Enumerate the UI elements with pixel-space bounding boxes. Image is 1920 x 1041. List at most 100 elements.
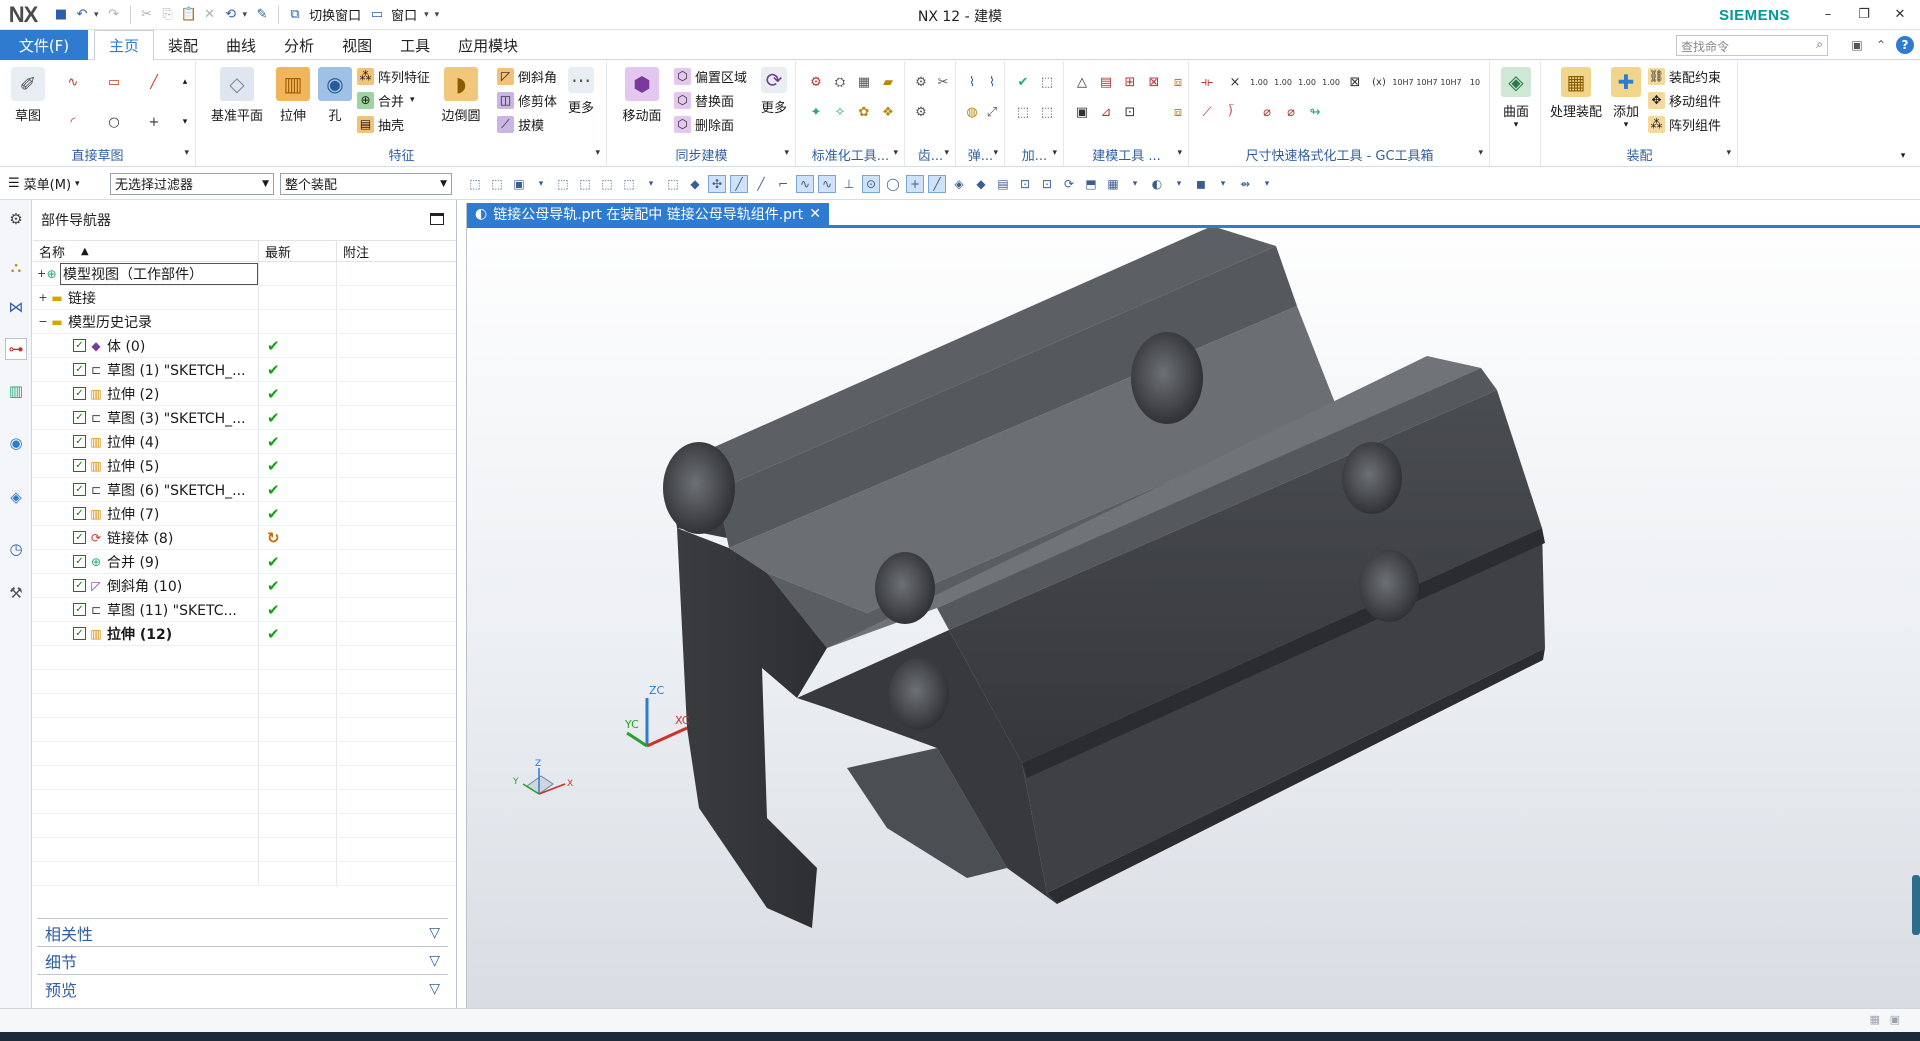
gear-tool-icon[interactable]: ⚙ [910,71,932,93]
mid-point-icon[interactable]: ╱ [752,175,770,193]
visibility-checkbox[interactable]: ✓ [73,363,86,376]
assembly-constraint-button[interactable]: ⛓ 装配约束 [1648,65,1721,87]
guide-rail-model[interactable] [663,228,1545,928]
modeling-tool-icon[interactable]: ⧈ [1167,71,1189,93]
touch-mode-icon[interactable]: ✎ [253,6,271,24]
visibility-checkbox[interactable]: ✓ [73,339,86,352]
column-name[interactable]: 名称 ▲ [33,241,259,261]
gc-dimension-icon[interactable]: 1.00 [1296,71,1318,93]
select-solid-icon[interactable]: ◆ [686,175,704,193]
bounded-grid-icon[interactable]: ╱ [928,174,946,193]
clock-icon[interactable]: ◷ [5,538,27,560]
tab-curve[interactable]: 曲线 [212,30,270,60]
sketch-button[interactable]: ✐ 草图 [2,65,54,124]
tree-row-model-history[interactable]: − ▬ 模型历史记录 [33,310,456,334]
gc-dimension-icon[interactable]: ⊠ [1344,71,1366,93]
arc-icon[interactable]: ◜ [62,111,84,133]
gc-dimension-icon[interactable]: ⟋ [1196,101,1218,123]
machining-icon[interactable]: ⬚ [1036,101,1058,123]
unite-button[interactable]: ⊕ 合并 ▾ [357,89,415,111]
dropdown-icon[interactable]: ▾ [1126,175,1144,193]
offset-region-button[interactable]: ⬡ 偏置区域 [674,65,747,87]
tab-analysis[interactable]: 分析 [270,30,328,60]
snap-extra-icon[interactable]: ◆ [972,175,990,193]
window-dropdown-icon[interactable]: ▾ [424,10,429,20]
redo-icon[interactable]: ↷ [105,6,123,24]
spring-icon[interactable]: ⤢ [981,101,1003,123]
feature-row[interactable]: ✓ ⊏ 草图 (6) "SKETCH_... ✔ [33,478,456,502]
dropdown-icon[interactable]: ▾ [532,175,550,193]
feature-row[interactable]: ✓ ⊏ 草图 (3) "SKETCH_... ✔ [33,406,456,430]
dependencies-panel[interactable]: 相关性 ▽ [37,918,448,946]
group-machining-dropdown-icon[interactable]: ▾ [1052,148,1057,158]
add-component-dropdown-icon[interactable]: ▾ [1606,120,1646,130]
graphics-scroll-handle[interactable] [1912,875,1920,935]
snap-extra-icon[interactable]: ▤ [994,175,1012,193]
snap-extra-icon[interactable]: ◈ [950,175,968,193]
visibility-checkbox[interactable]: ✓ [73,387,86,400]
feature-row[interactable]: ✓ ▥ 拉伸 (4) ✔ [33,430,456,454]
graphics-window[interactable]: ◐ 链接公母导轨.prt 在装配中 链接公母导轨组件.prt ✕ ZC XC Y… [466,203,1920,1008]
feature-row[interactable]: ✓ ⊕ 合并 (9) ✔ [33,550,456,574]
web-browser-icon[interactable]: ◉ [5,432,27,454]
switch-window-button[interactable]: 切换窗口 [309,5,361,24]
select-feature-icon[interactable]: ⬚ [488,175,506,193]
profile-icon[interactable]: ∿ [62,71,84,93]
gc-dimension-icon[interactable]: 10H7 [1416,71,1438,93]
tab-home[interactable]: 主页 [94,30,155,61]
point-on-face-icon[interactable]: + [906,174,924,193]
edge-blend-button[interactable]: ◗ 边倒圆 [433,65,489,124]
surface-dropdown-icon[interactable]: ▾ [1493,120,1539,130]
control-point-icon[interactable]: ⌐ [774,175,792,193]
tab-tools[interactable]: 工具 [386,30,444,60]
help-icon[interactable]: ? [1896,36,1914,54]
reuse-library-icon[interactable]: ▥ [5,380,27,402]
select-face-icon[interactable]: ⬚ [554,175,572,193]
visibility-checkbox[interactable]: ✓ [73,507,86,520]
pattern-feature-button[interactable]: ⁂ 阵列特征 [357,65,430,87]
group-direct-sketch-dropdown-icon[interactable]: ▾ [184,148,189,158]
standard-tool-icon[interactable]: ▰ [877,71,899,93]
visibility-checkbox[interactable]: ✓ [73,603,86,616]
standard-tool-icon[interactable]: ⛭ [829,71,851,93]
modeling-tool-icon[interactable]: ⊿ [1095,101,1117,123]
group-standard-tools-dropdown-icon[interactable]: ▾ [893,148,898,158]
tab-applications[interactable]: 应用模块 [444,30,532,60]
spring-icon[interactable]: ⌇ [961,71,983,93]
snap-enable-icon[interactable]: ✣ [708,174,726,193]
status-icon[interactable]: ▣ [1890,1013,1900,1026]
undo-icon[interactable]: ↶ [73,6,91,24]
feature-row[interactable]: ✓ ▥ 拉伸 (7) ✔ [33,502,456,526]
gc-dimension-icon[interactable]: 1.00 [1272,71,1294,93]
process-assembly-button[interactable]: ▦ 处理装配 [1548,65,1604,120]
roles-icon[interactable]: ⚒ [5,582,27,604]
visibility-checkbox[interactable]: ✓ [73,435,86,448]
tree-row-links[interactable]: + ▬ 链接 [33,286,456,310]
end-point-icon[interactable]: ╱ [730,174,748,193]
group-modeling-tools-dropdown-icon[interactable]: ▾ [1177,148,1182,158]
group-sync-dropdown-icon[interactable]: ▾ [784,148,789,158]
gc-dimension-icon[interactable]: (x) [1368,71,1390,93]
standard-tool-icon[interactable]: ✿ [853,101,875,123]
copy-icon[interactable]: ⎘ [159,6,177,24]
standard-tool-icon[interactable]: ⚙ [805,71,827,93]
tab-view[interactable]: 视图 [328,30,386,60]
standard-tool-icon[interactable]: ▦ [853,71,875,93]
existing-point-icon[interactable]: ⊙ [862,174,880,193]
modeling-tool-icon[interactable]: ⊠ [1143,71,1165,93]
standard-tool-icon[interactable]: ✦ [805,101,827,123]
machining-icon[interactable]: ⬚ [1012,101,1034,123]
gc-dimension-icon[interactable]: 10H7 [1440,71,1462,93]
sync-more-button[interactable]: ⟳ 更多 [754,65,794,116]
switch-window-icon[interactable]: ⧉ [286,6,304,24]
modeling-tool-icon[interactable]: ⊞ [1119,71,1141,93]
group-assembly-dropdown-icon[interactable]: ▾ [1726,148,1731,158]
status-icon[interactable]: ▦ [1870,1013,1880,1026]
feature-row[interactable]: ✓ ◸ 倒斜角 (10) ✔ [33,574,456,598]
delete-face-button[interactable]: ⬡ 删除面 [674,113,734,135]
view-icon[interactable]: ▦ [1104,175,1122,193]
part-tab[interactable]: ◐ 链接公母导轨.prt 在装配中 链接公母导轨组件.prt ✕ [467,203,830,225]
gc-dimension-icon[interactable]: ⟌ [1220,101,1242,123]
gc-dimension-icon[interactable]: ⟛ [1196,71,1218,93]
replace-face-button[interactable]: ⬡ 替换面 [674,89,734,111]
